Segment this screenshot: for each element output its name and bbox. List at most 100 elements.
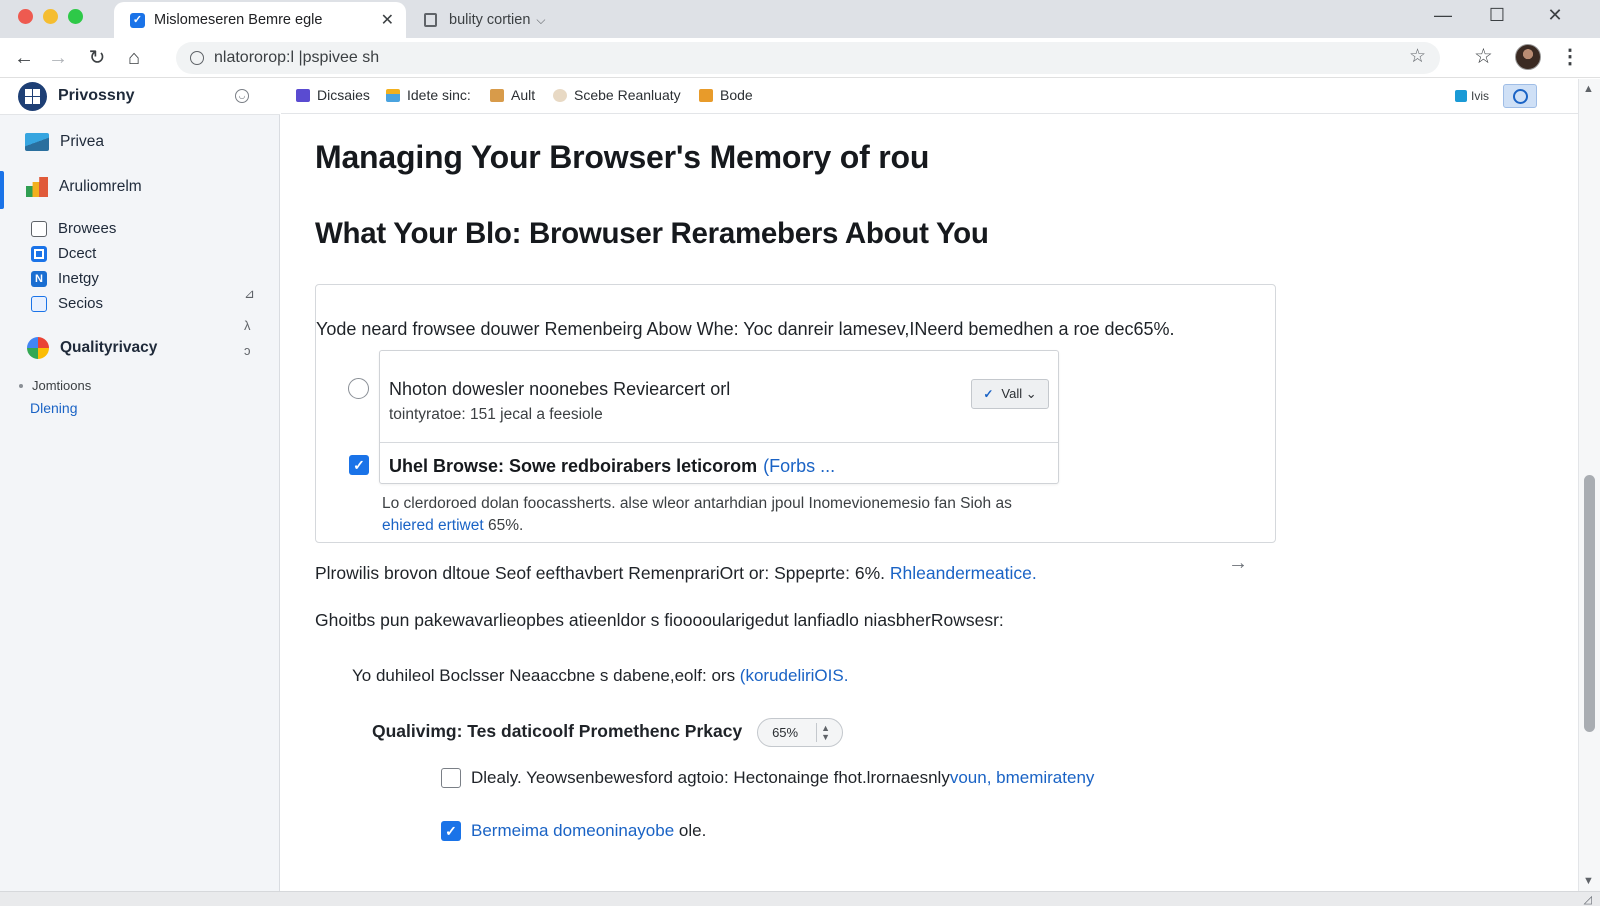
tab-title: Mislomeseren Bemre egle — [154, 12, 323, 28]
sidebar-item-secios[interactable]: Secios — [31, 295, 103, 312]
sidebar-options-icon[interactable]: ◡ — [235, 89, 249, 103]
scroll-thumb[interactable] — [1584, 475, 1595, 732]
sidebar-subitem[interactable]: Jomtioons — [19, 378, 91, 393]
checkbox-2-link[interactable]: Bermeima domeoninayobe — [471, 821, 674, 840]
bookmark-item[interactable]: Idete sinc: — [386, 87, 471, 103]
scroll-up-icon[interactable]: ▲ — [1583, 83, 1594, 95]
window-minimize-dot[interactable] — [43, 9, 58, 24]
sidebar-item-browees[interactable]: Browees — [31, 220, 116, 237]
bookmark-icon — [699, 88, 713, 102]
checkbox-2-label: Bermeima domeoninayobe ole. — [471, 821, 707, 840]
laptop-icon — [25, 133, 49, 151]
sidebar-item-qualityrivacy[interactable]: Qualityrivacy — [27, 337, 157, 359]
option-checkbox-checked[interactable]: ✓ — [349, 455, 369, 475]
sidebar-sub-link[interactable]: Dlening — [30, 400, 77, 416]
extension-button[interactable]: Ivis — [1455, 86, 1501, 106]
bookmarks-star-icon[interactable]: ☆ — [1474, 44, 1493, 69]
bookmark-icon — [553, 88, 567, 102]
checkbox-1-label: Dlealy. Yeowsenbewesford agtoio: Hectona… — [471, 768, 1095, 787]
bookmark-label: Scebe Reanluaty — [574, 87, 681, 103]
option1-subtitle: tointyratoe: 151 jecal a feesiole — [389, 406, 603, 423]
paragraph-1: Plrowilis brovon dltoue Seof eefthavbert… — [315, 563, 1037, 583]
bookmark-label: Dicsaies — [317, 87, 370, 103]
checkbox-1-link[interactable]: voun, bmemirateny — [950, 768, 1095, 787]
paragraph-1-link[interactable]: Rhleandermeatice. — [890, 563, 1037, 583]
scroll-down-icon[interactable]: ▼ — [1583, 875, 1594, 887]
window-zoom-dot[interactable] — [68, 9, 83, 24]
settings-card: Yode neard frowsee douwer Remenbeirg Abo… — [315, 284, 1276, 543]
app-logo-icon — [18, 82, 47, 111]
window-close-dot[interactable] — [18, 9, 33, 24]
bookmark-item[interactable]: Dicsaies — [296, 87, 370, 103]
folder-icon — [31, 220, 47, 237]
paragraph-3-link[interactable]: (korudeliriOIS. — [740, 666, 849, 685]
tab-title: bulity cortien — [449, 12, 531, 28]
selected-indicator — [0, 171, 4, 209]
address-text[interactable]: nlatororop:l |pspivee sh — [214, 49, 379, 67]
tab-close-icon[interactable]: ✕ — [381, 10, 394, 30]
sidebar-item-aruliomrelm[interactable]: Aruliomrelm — [26, 177, 142, 197]
tab-active[interactable]: ✓ Mislomeseren Bemre egle ✕ — [114, 2, 406, 38]
n-icon: N — [31, 270, 47, 287]
sidebar-header: Privossny ◡ — [0, 79, 280, 115]
checkbox-checked[interactable]: ✓ — [441, 821, 461, 841]
bookmark-icon — [490, 88, 504, 102]
divider — [380, 442, 1058, 443]
sidebar-item-inetgy[interactable]: N Inetgy — [31, 270, 99, 287]
menu-kebab-icon[interactable]: ⋮ — [1560, 44, 1580, 69]
checkbox-favicon-icon: ✓ — [130, 12, 145, 28]
sidebar-item-privea[interactable]: Privea — [25, 133, 104, 151]
bookmark-item[interactable]: Ault — [490, 87, 535, 103]
vertical-scrollbar[interactable]: ▲ ▼ — [1578, 79, 1600, 891]
sidebar-item-label: Secios — [58, 295, 104, 312]
resize-grip-icon[interactable]: ◿ — [1584, 893, 1592, 906]
section-heading: What Your Blo: Browuser Reramebers About… — [315, 217, 989, 250]
checkbox-unchecked[interactable] — [441, 768, 461, 788]
home-icon[interactable]: ⌂ — [121, 45, 147, 71]
forward-arrow-icon[interactable]: → — [45, 45, 71, 71]
maximize-icon[interactable]: ☐ — [1482, 5, 1512, 26]
sidebar-item-label: Privea — [60, 133, 104, 150]
flag-icon — [1455, 90, 1467, 102]
close-window-icon[interactable]: ✕ — [1540, 5, 1570, 26]
profile-avatar[interactable] — [1515, 44, 1541, 70]
sidebar-item-dcect[interactable]: Dcect — [31, 245, 96, 262]
back-arrow-icon[interactable]: ← — [11, 45, 37, 71]
bookmark-label: Ault — [511, 87, 536, 103]
footnote-link[interactable]: ehiered ertiwet — [382, 517, 484, 534]
percent-value: 65% — [772, 725, 799, 740]
quality-label: Qualivimg: Tes daticoolf Promethenc Prka… — [372, 721, 743, 742]
option-radio[interactable] — [348, 378, 369, 399]
sidebar-item-label: Dcect — [58, 245, 97, 262]
bookmark-item[interactable]: Scebe Reanluaty — [553, 87, 681, 103]
side-glyph: λ — [244, 318, 251, 333]
option1-title: Nhoton dowesler noonebes Reviearcert orl — [389, 379, 731, 399]
option2-link[interactable]: (Forbs ... — [763, 456, 835, 476]
status-bar: ◿ — [0, 891, 1600, 906]
main-content: Managing Your Browser's Memory of rou Wh… — [281, 115, 1581, 891]
card-intro-text: Yode neard frowsee douwer Remenbeirg Abo… — [316, 319, 1175, 339]
card-footnote: Lo clerdoroed dolan foocassherts. alse w… — [382, 495, 1012, 512]
sidebar-item-label: Qualityrivacy — [60, 339, 158, 356]
security-icon — [31, 295, 47, 312]
sidebar: Privossny ◡ Privea Aruliomrelm Browees D… — [0, 79, 280, 891]
address-bar[interactable]: nlatororop:l |pspivee sh ☆ — [176, 42, 1440, 74]
percent-select[interactable]: 65% ▲ ▼ — [757, 718, 844, 747]
bookmark-item[interactable]: Bode — [699, 87, 753, 103]
side-glyph: ⊿ — [244, 286, 255, 301]
minimize-icon[interactable]: — — [1428, 5, 1458, 26]
bookmark-label: Idete sinc: — [407, 87, 471, 103]
bookmark-label: Bode — [720, 87, 753, 103]
arrow-right-icon[interactable]: → — [1228, 552, 1248, 575]
extension-globe-button[interactable] — [1503, 84, 1537, 108]
paragraph-3: Yo duhileol Boclsser Neaaccbne s dabene,… — [352, 666, 849, 685]
stepper-arrows-icon[interactable]: ▲ ▼ — [816, 723, 834, 742]
card-footnote-2: ehiered ertiwet 65%. — [382, 517, 524, 534]
browser-toolbar: ← → ↻ ⌂ nlatororop:l |pspivee sh ☆ ☆ ⋮ — [0, 38, 1600, 78]
reload-icon[interactable]: ↻ — [84, 45, 110, 71]
site-info-icon[interactable] — [190, 51, 204, 65]
bookmark-star-icon[interactable]: ☆ — [1409, 45, 1426, 68]
tab-inactive[interactable]: bulity cortien ⌵ — [420, 2, 580, 38]
chevron-down-icon[interactable]: ⌵ — [536, 13, 545, 28]
vall-dropdown-button[interactable]: ✓ Vall ⌄ — [971, 379, 1049, 409]
